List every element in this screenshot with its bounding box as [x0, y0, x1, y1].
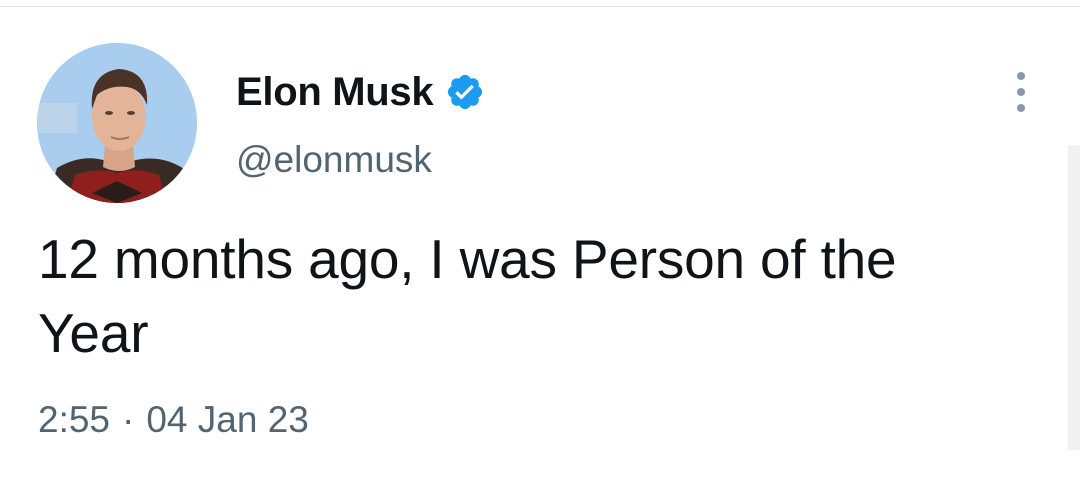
more-options-icon[interactable] — [1012, 72, 1030, 112]
top-divider — [0, 6, 1080, 7]
author-handle[interactable]: @elonmusk — [236, 138, 432, 182]
more-dot — [1017, 104, 1025, 112]
meta-separator: · — [122, 399, 135, 440]
more-dot — [1017, 72, 1025, 80]
tweet-timestamp[interactable]: 2:55 · 04 Jan 23 — [38, 398, 309, 442]
author-display-name[interactable]: Elon Musk — [236, 70, 434, 114]
verified-badge-icon — [445, 72, 485, 112]
more-dot — [1017, 88, 1025, 96]
scrollbar-track[interactable] — [1068, 145, 1080, 450]
tweet-text: 12 months ago, I was Person of the Year — [38, 228, 897, 364]
avatar[interactable] — [37, 43, 197, 203]
tweet-time: 2:55 — [38, 399, 111, 440]
author-name-row[interactable]: Elon Musk — [236, 70, 485, 114]
avatar-photo — [37, 43, 197, 203]
tweet-date: 04 Jan 23 — [146, 399, 309, 440]
